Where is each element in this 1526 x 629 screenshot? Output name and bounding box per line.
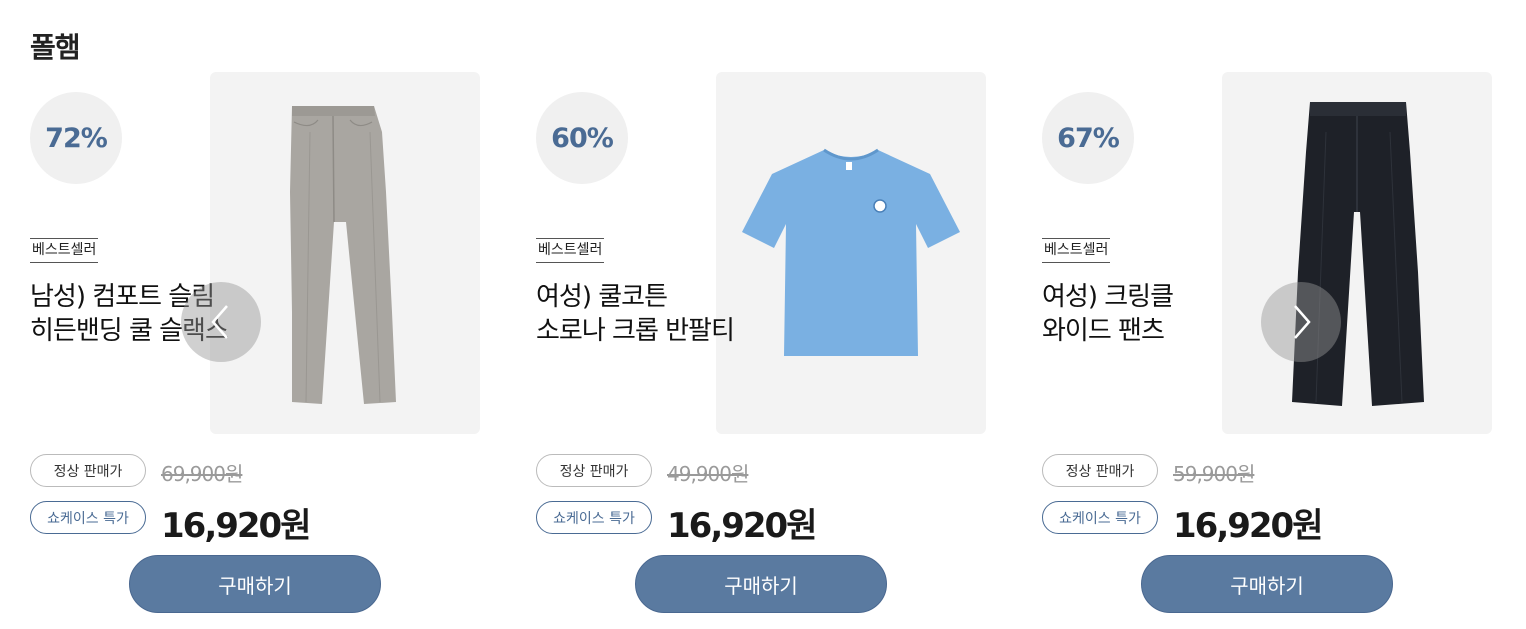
discount-rate: 60% bbox=[536, 92, 628, 184]
showcase-price-label: 쇼케이스 특가 bbox=[30, 501, 146, 534]
sale-price: 16,920원 bbox=[161, 506, 311, 546]
bestseller-badge: 베스트셀러 bbox=[1042, 238, 1111, 263]
bestseller-badge: 베스트셀러 bbox=[536, 238, 605, 263]
sale-price: 16,920원 bbox=[1173, 506, 1323, 546]
product-title[interactable]: 여성) 쿨코튼 소로나 크롭 반팔티 bbox=[536, 280, 796, 348]
product-title-line1: 여성) 쿨코튼 bbox=[536, 282, 668, 312]
regular-price: 49,900원 bbox=[667, 462, 749, 486]
carousel-next-button[interactable] bbox=[1261, 282, 1341, 362]
chevron-right-icon bbox=[1294, 305, 1311, 339]
buy-button[interactable]: 구매하기 bbox=[1141, 555, 1393, 613]
showcase-price-label: 쇼케이스 특가 bbox=[536, 501, 652, 534]
regular-price: 59,900원 bbox=[1173, 462, 1255, 486]
sale-price: 16,920원 bbox=[667, 506, 817, 546]
discount-rate: 67% bbox=[1042, 92, 1134, 184]
product-card: 72% 베스트셀러 남성) 컴포트 슬림 히든밴딩 쿨 슬랙스 정상 판매가 6… bbox=[30, 72, 500, 617]
buy-button[interactable]: 구매하기 bbox=[129, 555, 381, 613]
brand-title: 폴햄 bbox=[30, 31, 81, 64]
product-carousel-section: 폴햄 72% 베스트셀러 남성) 컴포트 슬림 히든밴딩 쿨 슬랙스 정상 판매… bbox=[0, 0, 1526, 629]
chevron-left-icon bbox=[211, 305, 228, 339]
regular-price-label: 정상 판매가 bbox=[30, 454, 146, 487]
tshirt-image bbox=[742, 148, 960, 356]
discount-rate: 72% bbox=[30, 92, 122, 184]
product-image[interactable] bbox=[210, 72, 480, 434]
bestseller-badge: 베스트셀러 bbox=[30, 238, 99, 263]
carousel-prev-button[interactable] bbox=[181, 282, 261, 362]
regular-price: 69,900원 bbox=[161, 462, 243, 486]
product-image[interactable] bbox=[716, 72, 986, 434]
regular-price-label: 정상 판매가 bbox=[1042, 454, 1158, 487]
product-image[interactable] bbox=[1222, 72, 1492, 434]
showcase-price-label: 쇼케이스 특가 bbox=[1042, 501, 1158, 534]
wide-pants-image bbox=[1292, 102, 1424, 406]
product-card: 60% 베스트셀러 여성) 쿨코튼 소로나 크롭 반팔티 정상 판매가 49,9… bbox=[536, 72, 1006, 617]
slacks-image bbox=[290, 106, 396, 404]
regular-price-label: 정상 판매가 bbox=[536, 454, 652, 487]
product-title-line2: 소로나 크롭 반팔티 bbox=[536, 316, 735, 346]
buy-button[interactable]: 구매하기 bbox=[635, 555, 887, 613]
